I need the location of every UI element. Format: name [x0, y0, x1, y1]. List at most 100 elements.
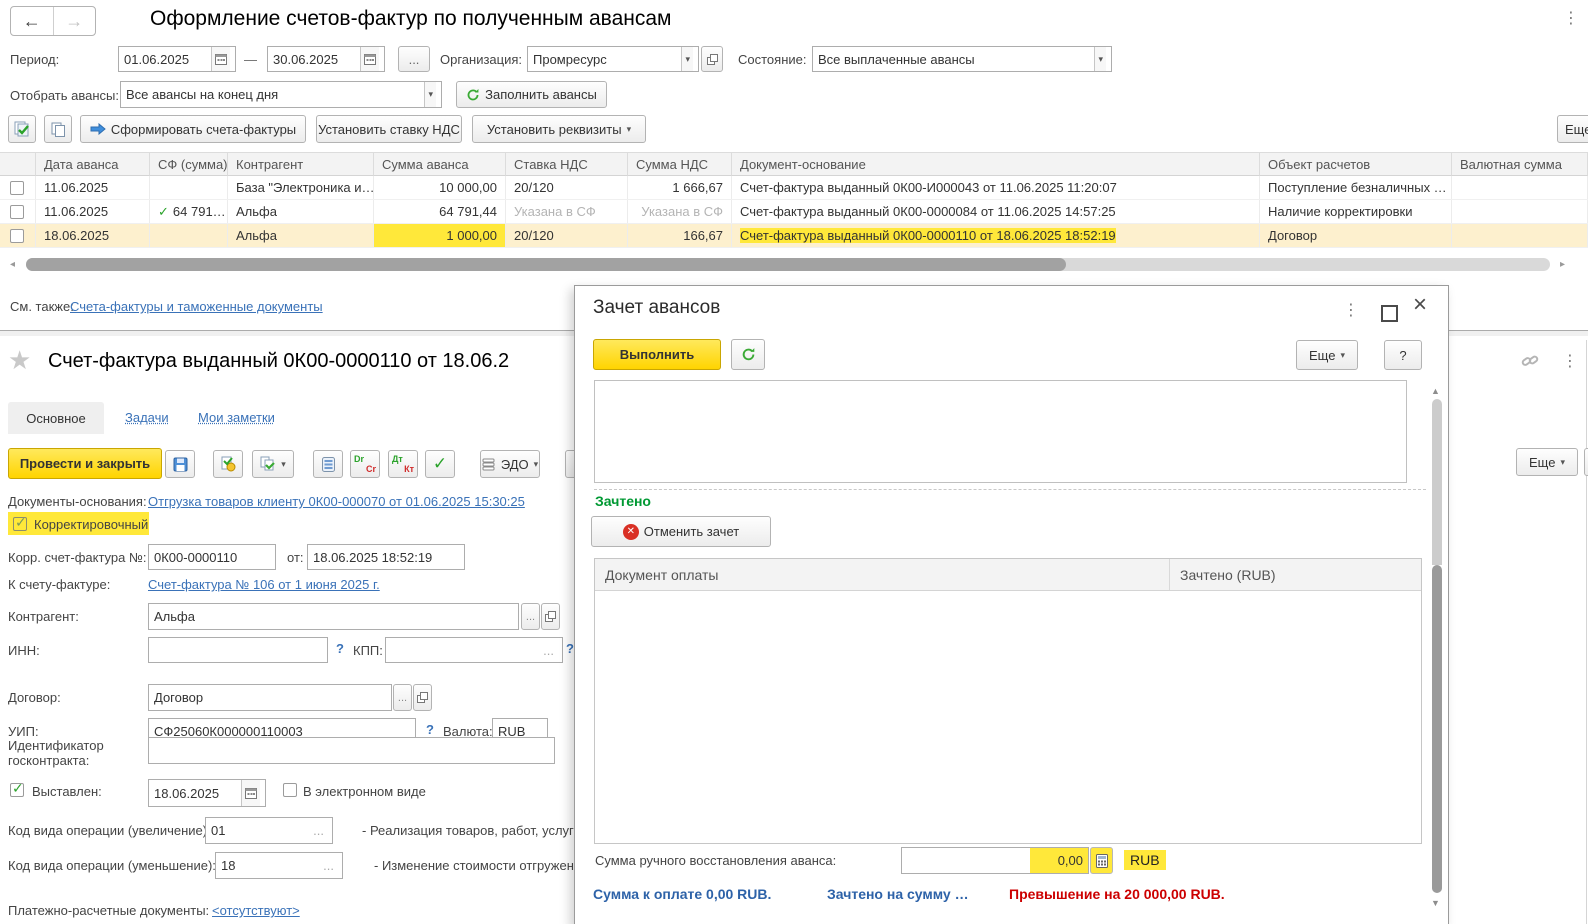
organization-open-button[interactable] [701, 46, 723, 72]
period-from-input[interactable]: 01.06.2025 [118, 46, 236, 72]
calculator-button[interactable] [1090, 847, 1113, 874]
doc-base-link[interactable]: Отгрузка товаров клиенту 0К00-000070 от … [148, 494, 525, 509]
op-code-decrease-input[interactable]: 18 ... [215, 852, 343, 879]
invoice-more-sliver-button[interactable] [1584, 448, 1588, 476]
corrective-checkbox[interactable]: ✓ [13, 517, 27, 531]
close-icon[interactable]: × [1413, 291, 1427, 319]
corr-number-input[interactable]: 0К00-0000110 [148, 544, 276, 570]
copy-arrow-icon [260, 456, 276, 472]
horizontal-scrollbar[interactable] [26, 258, 1550, 271]
save-button[interactable] [165, 450, 195, 478]
period-more-button[interactable]: ... [398, 46, 430, 72]
payments-col-document[interactable]: Документ оплаты [595, 559, 1170, 590]
pane-right-border [1586, 340, 1587, 924]
see-also-link[interactable]: Счета-фактуры и таможенные документы [70, 299, 323, 314]
edo-button[interactable]: ЭДО ▾ [480, 450, 540, 478]
post-document-button[interactable] [213, 450, 243, 478]
post-and-close-button[interactable]: Провести и закрыть [8, 448, 162, 479]
table-row[interactable]: 11.06.2025 База "Электроника и… 10 000,0… [0, 176, 1588, 200]
contract-input[interactable]: Договор [148, 684, 392, 711]
row-checkbox[interactable] [10, 229, 24, 243]
offset-upper-list[interactable] [594, 380, 1407, 483]
to-invoice-link[interactable]: Счет-фактура № 106 от 1 июня 2025 г. [148, 577, 380, 592]
op-code-increase-desc: - Реализация товаров, работ, услуг [362, 823, 574, 838]
scroll-down-icon[interactable]: ▼ [1431, 898, 1440, 908]
scroll-up-icon[interactable]: ▲ [1431, 386, 1440, 396]
dialog-kebab-menu-icon[interactable]: ⋮ [1343, 300, 1359, 320]
chevron-down-icon: ▾ [1560, 457, 1565, 468]
dialog-help-button[interactable]: ? [1384, 340, 1422, 370]
issued-date-input[interactable]: 18.06.2025 [148, 779, 266, 807]
contract-select-button[interactable]: ... [393, 684, 412, 711]
invoice-kebab-menu-icon[interactable]: ⋮ [1562, 351, 1578, 371]
calendar-icon[interactable] [360, 47, 379, 71]
horizontal-scrollbar-thumb[interactable] [26, 258, 1066, 271]
select-dots-icon[interactable]: ... [310, 818, 327, 843]
state-combo[interactable]: Все выплаченные авансы ▾ [812, 46, 1112, 72]
fill-advances-button[interactable]: Заполнить авансы [456, 81, 607, 108]
contractor-open-button[interactable] [541, 603, 560, 630]
dialog-more-button[interactable]: Еще ▾ [1296, 340, 1358, 370]
back-button[interactable]: ← [11, 7, 54, 35]
select-dots-icon[interactable]: ... [540, 638, 557, 662]
organization-combo[interactable]: Промресурс ▾ [527, 46, 699, 72]
uip-help-icon[interactable]: ? [426, 722, 434, 737]
payments-col-offset[interactable]: Зачтено (RUB) [1170, 559, 1421, 590]
period-to-input[interactable]: 30.06.2025 [267, 46, 385, 72]
contractor-select-button[interactable]: ... [521, 603, 540, 630]
calendar-icon[interactable] [241, 780, 260, 806]
approve-button[interactable]: ✓ [425, 450, 455, 478]
tab-tasks[interactable]: Задачи [125, 410, 169, 425]
inn-help-icon[interactable]: ? [336, 641, 344, 656]
kpp-help-icon[interactable]: ? [566, 641, 574, 656]
copy-button[interactable] [44, 115, 72, 143]
post-selected-button[interactable] [8, 115, 36, 143]
corr-date-input[interactable]: 18.06.2025 18:52:19 [307, 544, 465, 570]
tab-main[interactable]: Основное [8, 402, 104, 434]
manual-restore-input[interactable]: 0,00 [901, 847, 1089, 874]
dialog-scrollbar-track[interactable] [1432, 399, 1442, 565]
row-checkbox[interactable] [10, 181, 24, 195]
select-advances-combo[interactable]: Все авансы на конец дня ▾ [120, 81, 442, 108]
calendar-icon[interactable] [211, 47, 230, 71]
register-records-button[interactable] [313, 450, 343, 478]
row-checkbox[interactable] [10, 205, 24, 219]
favorite-star-icon[interactable]: ★ [8, 345, 31, 376]
forward-button[interactable]: → [54, 7, 96, 35]
contractor-input[interactable]: Альфа [148, 603, 519, 630]
op-code-increase-input[interactable]: 01 ... [205, 817, 333, 844]
chevron-down-icon[interactable]: ▾ [428, 89, 433, 100]
electronic-checkbox[interactable] [283, 783, 297, 797]
generate-invoices-button[interactable]: Сформировать счета-фактуры [80, 115, 306, 143]
invoice-more-button[interactable]: Еще ▾ [1516, 448, 1578, 476]
set-vat-rate-button[interactable]: Установить ставку НДС [316, 115, 462, 143]
chevron-down-icon[interactable]: ▾ [685, 54, 690, 65]
table-row[interactable]: 11.06.2025 ✓ 64 791… Альфа 64 791,44 Ука… [0, 200, 1588, 224]
payments-table[interactable]: Документ оплаты Зачтено (RUB) [594, 558, 1422, 844]
pay-docs-link[interactable]: <отсутствуют> [212, 903, 300, 918]
create-based-on-button[interactable]: ▾ [252, 450, 294, 478]
scroll-left-icon[interactable]: ◂ [10, 259, 15, 270]
run-offset-button[interactable]: Выполнить [593, 339, 721, 370]
contract-open-button[interactable] [413, 684, 432, 711]
dr-cr-button[interactable]: DrCr [350, 450, 380, 478]
dt-kt-button[interactable]: ДтКт [388, 450, 418, 478]
offset-section-header: Зачтено [595, 493, 651, 509]
maximize-icon[interactable] [1381, 305, 1398, 322]
table-row-selected[interactable]: 18.06.2025 Альфа 1 000,00 20/120 166,67 … [0, 224, 1588, 248]
tab-my-notes[interactable]: Мои заметки [198, 410, 275, 425]
dialog-refresh-button[interactable] [731, 339, 765, 370]
chevron-down-icon[interactable]: ▾ [1098, 54, 1103, 65]
dialog-scrollbar-thumb[interactable] [1432, 565, 1442, 893]
kpp-input[interactable]: ... [385, 637, 563, 663]
gov-contract-input[interactable] [148, 737, 555, 764]
set-requisites-button[interactable]: Установить реквизиты ▾ [472, 115, 646, 143]
scroll-right-icon[interactable]: ▸ [1560, 259, 1565, 270]
page-kebab-menu-icon[interactable]: ⋮ [1563, 8, 1579, 28]
inn-input[interactable] [148, 637, 328, 663]
link-chain-icon[interactable] [1521, 352, 1539, 370]
select-dots-icon[interactable]: ... [320, 853, 337, 878]
list-more-button[interactable]: Еще [1557, 115, 1588, 143]
cancel-offset-button[interactable]: ✕ Отменить зачет [591, 516, 771, 547]
issued-checkbox[interactable]: ✓ [10, 783, 24, 797]
